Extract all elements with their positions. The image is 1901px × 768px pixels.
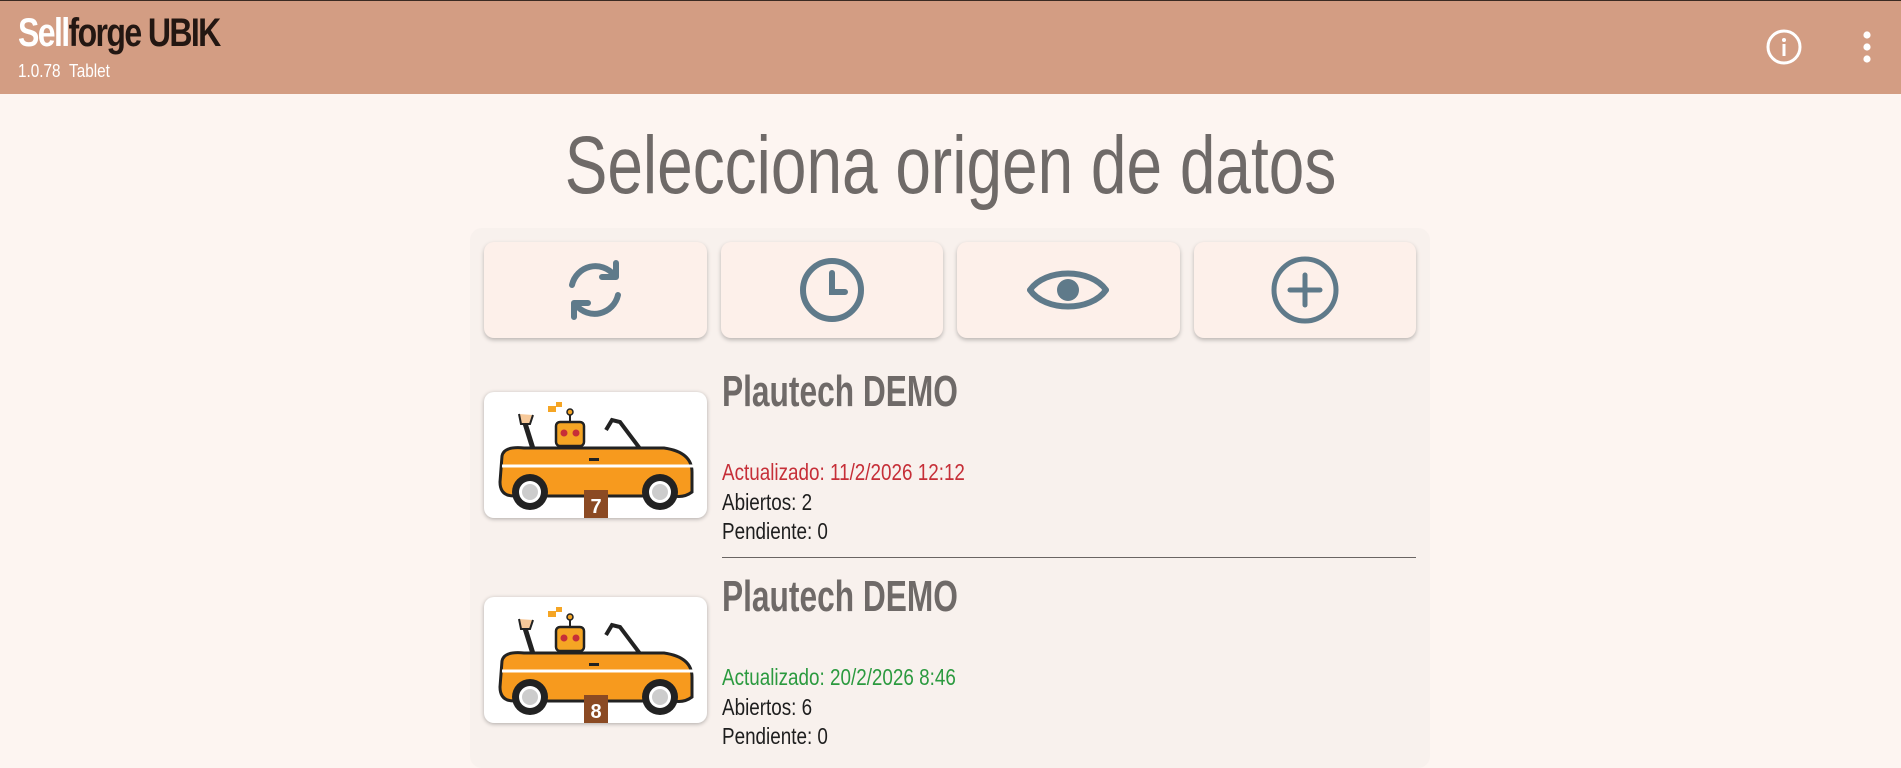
brand-sell: Sell — [18, 11, 70, 55]
more-menu-button[interactable] — [1843, 23, 1891, 71]
action-toolbar — [484, 242, 1416, 340]
eye-icon — [1027, 270, 1110, 310]
page-title: Selecciona origen de datos — [564, 120, 1337, 211]
source-thumbnail: 7 — [484, 392, 707, 518]
source-name: Plautech DEMO — [722, 367, 958, 416]
add-source-button[interactable] — [1193, 242, 1416, 338]
history-button[interactable] — [720, 242, 943, 338]
source-open-count: Abiertos: 2 — [722, 489, 813, 515]
source-updated: Actualizado: 11/2/2026 12:12 — [722, 459, 965, 485]
info-button[interactable] — [1760, 23, 1808, 71]
version-info: 1.0.78 Tablet — [18, 61, 110, 82]
more-vert-icon — [1863, 31, 1871, 63]
data-source-item[interactable]: 7 Plautech DEMO Actualizado: 11/2/2026 1… — [484, 364, 1416, 554]
car-badge-number: 8 — [590, 701, 601, 723]
data-source-panel: 7 Plautech DEMO Actualizado: 11/2/2026 1… — [470, 228, 1430, 768]
data-source-item[interactable]: 8 Plautech DEMO Actualizado: 20/2/2026 8… — [484, 569, 1416, 759]
add-circle-icon — [1271, 256, 1339, 324]
source-thumbnail: 8 — [484, 597, 707, 723]
source-name: Plautech DEMO — [722, 572, 958, 621]
source-open-count: Abiertos: 6 — [722, 694, 813, 720]
car-badge-number: 7 — [590, 496, 601, 518]
view-button[interactable] — [957, 242, 1180, 338]
clock-icon — [799, 258, 864, 322]
source-pending-count: Pendiente: 0 — [722, 518, 828, 544]
app-logo: Sellforge UBIK — [18, 9, 222, 57]
app-bar: Sellforge UBIK 1.0.78 Tablet — [0, 0, 1901, 94]
source-pending-count: Pendiente: 0 — [722, 723, 828, 749]
item-divider — [722, 557, 1416, 558]
brand-forge: forge UBIK — [68, 11, 222, 55]
refresh-icon — [569, 260, 622, 320]
version-number: 1.0.78 — [18, 61, 61, 81]
device-type: Tablet — [69, 61, 110, 81]
refresh-button[interactable] — [484, 242, 707, 338]
robot-car-image: 8 — [498, 607, 694, 723]
source-updated: Actualizado: 20/2/2026 8:46 — [722, 664, 956, 690]
info-icon — [1766, 29, 1802, 65]
robot-car-image: 7 — [498, 402, 694, 518]
